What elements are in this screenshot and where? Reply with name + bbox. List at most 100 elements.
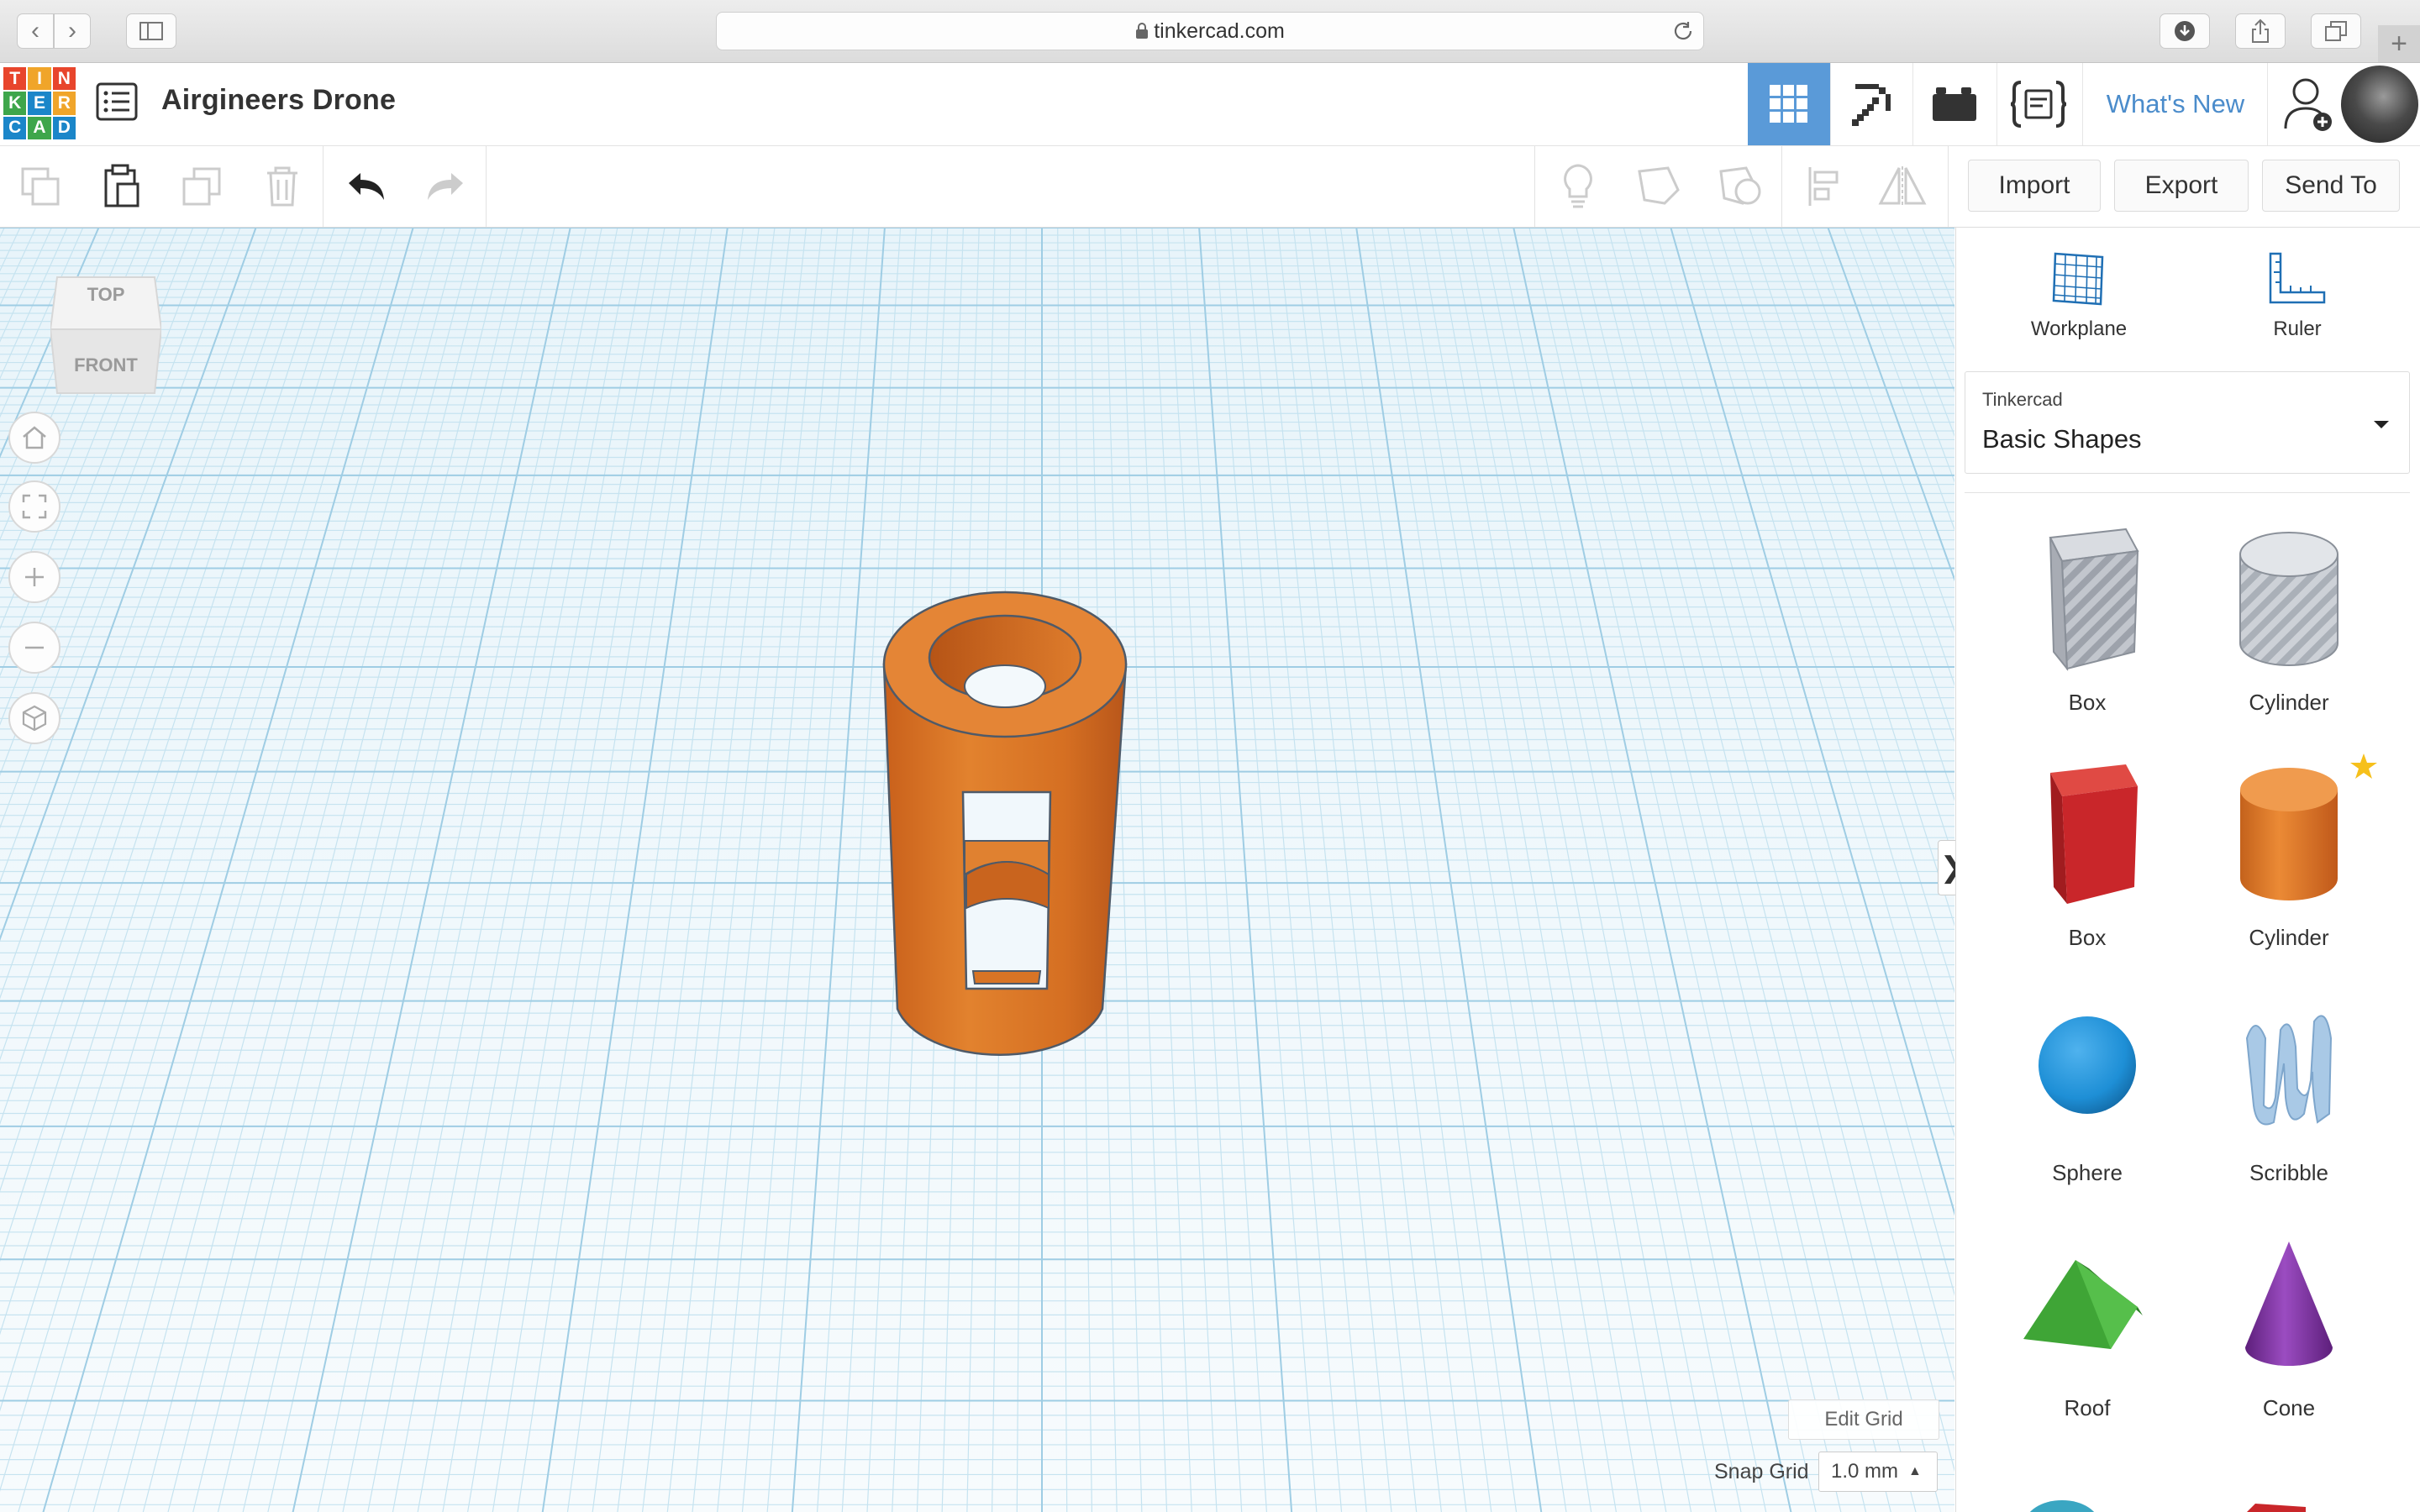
zoom-in-button[interactable] bbox=[8, 551, 60, 603]
align-button[interactable] bbox=[1785, 146, 1865, 227]
project-title[interactable]: Airgineers Drone bbox=[161, 84, 396, 117]
downloads-button[interactable] bbox=[2160, 13, 2210, 49]
caret-down-icon bbox=[2374, 421, 2389, 428]
forward-button[interactable]: › bbox=[54, 13, 91, 49]
logo-letter: D bbox=[52, 116, 76, 139]
fit-icon bbox=[22, 494, 47, 519]
cylinder-object[interactable] bbox=[882, 591, 1128, 1056]
url-text: tinkercad.com bbox=[1154, 18, 1285, 43]
caret-up-icon: ▲ bbox=[1908, 1464, 1922, 1478]
tabs-button[interactable] bbox=[2311, 13, 2361, 49]
paste-button[interactable] bbox=[81, 146, 161, 227]
minus-icon bbox=[25, 646, 44, 649]
shape-library-select[interactable]: Tinkercad Basic Shapes bbox=[1965, 371, 2410, 474]
shape-label: Cone bbox=[2262, 1395, 2316, 1420]
snap-grid-label: Snap Grid bbox=[1714, 1460, 1809, 1483]
workplane-label: Workplane bbox=[2030, 318, 2128, 340]
shape-partial[interactable] bbox=[1986, 1487, 2138, 1512]
workplane-canvas[interactable] bbox=[0, 228, 1954, 1512]
home-icon bbox=[23, 426, 46, 449]
perspective-toggle-button[interactable] bbox=[8, 692, 60, 744]
trash-icon bbox=[267, 166, 297, 207]
ruler-tool[interactable]: Ruler bbox=[2218, 244, 2376, 341]
home-view-button[interactable] bbox=[8, 412, 60, 464]
minecraft-view-button[interactable] bbox=[1830, 63, 1913, 145]
zoom-out-button[interactable] bbox=[8, 622, 60, 674]
shape-label: Scribble bbox=[2249, 1160, 2328, 1185]
download-icon bbox=[2175, 21, 2195, 41]
chevron-right-icon: › bbox=[68, 17, 76, 45]
shape-box[interactable]: Box bbox=[1986, 753, 2188, 951]
user-avatar[interactable] bbox=[2341, 66, 2418, 143]
logo-letter: K bbox=[3, 92, 27, 115]
tinkercad-logo[interactable]: T I N K E R C A D bbox=[3, 67, 76, 139]
new-tab-button[interactable]: + bbox=[2378, 25, 2420, 62]
mirror-button[interactable] bbox=[1862, 146, 1943, 227]
edit-grid-button[interactable]: Edit Grid bbox=[1788, 1399, 1939, 1440]
address-bar[interactable]: tinkercad.com bbox=[716, 12, 1704, 50]
undo-button[interactable] bbox=[326, 146, 407, 227]
reload-icon[interactable] bbox=[1672, 20, 1694, 42]
design-list-button[interactable] bbox=[96, 82, 138, 125]
chevron-left-icon: ‹ bbox=[31, 17, 39, 45]
library-provider: Tinkercad bbox=[1982, 389, 2063, 410]
workplane-tool[interactable]: Workplane bbox=[2000, 244, 2158, 341]
back-button[interactable]: ‹ bbox=[17, 13, 54, 49]
toolbar-divider bbox=[1948, 146, 1949, 227]
fit-view-button[interactable] bbox=[8, 480, 60, 533]
brick-icon bbox=[1933, 87, 1976, 121]
whats-new-link[interactable]: What's New bbox=[2082, 63, 2268, 145]
shape-roof[interactable]: Roof bbox=[1986, 1223, 2188, 1421]
sphere-icon bbox=[2039, 1016, 2136, 1114]
shape-cone[interactable]: Cone bbox=[2188, 1223, 2390, 1421]
duplicate-button[interactable] bbox=[161, 146, 242, 227]
tube-icon bbox=[2247, 1504, 2306, 1512]
favorite-star-icon[interactable] bbox=[2349, 753, 2378, 780]
group-icon bbox=[1719, 166, 1761, 205]
shape-box-hole[interactable]: Box bbox=[1986, 517, 2188, 716]
shape-partial[interactable] bbox=[2188, 1495, 2339, 1512]
view-cube-front-label: FRONT bbox=[74, 354, 138, 375]
grid-icon bbox=[1770, 85, 1807, 123]
ruler-label: Ruler bbox=[2273, 318, 2322, 340]
shape-sphere[interactable]: Sphere bbox=[1986, 988, 2188, 1186]
cube-icon bbox=[22, 705, 47, 732]
invite-user-button[interactable] bbox=[2267, 63, 2350, 145]
comment-button[interactable] bbox=[1618, 146, 1699, 227]
toolbar-divider bbox=[486, 146, 487, 227]
workplane-icon bbox=[2052, 252, 2104, 306]
export-button[interactable]: Export bbox=[2114, 160, 2249, 212]
list-icon bbox=[96, 82, 138, 121]
logo-letter: E bbox=[28, 92, 51, 115]
logo-letter: A bbox=[28, 116, 51, 139]
delete-button[interactable] bbox=[242, 146, 323, 227]
scribble-icon bbox=[2245, 1015, 2333, 1126]
snap-grid-select[interactable]: 1.0 mm ▲ bbox=[1818, 1452, 1938, 1492]
shape-label: Roof bbox=[2064, 1395, 2111, 1420]
sidebar-toggle-button[interactable] bbox=[126, 13, 176, 49]
copy-button[interactable] bbox=[0, 146, 81, 227]
shape-scribble[interactable]: Scribble bbox=[2188, 988, 2390, 1186]
undo-icon bbox=[349, 173, 384, 200]
3d-design-view-button[interactable] bbox=[1748, 63, 1830, 145]
shape-label: Cylinder bbox=[2249, 690, 2329, 715]
send-to-button[interactable]: Send To bbox=[2262, 160, 2400, 212]
shape-cylinder-hole[interactable]: Cylinder bbox=[2188, 517, 2390, 716]
torus-icon bbox=[2029, 1500, 2095, 1512]
view-cube-top-label: TOP bbox=[87, 284, 125, 305]
shape-label: Box bbox=[2068, 690, 2107, 715]
notes-button[interactable] bbox=[1538, 146, 1618, 227]
lego-view-button[interactable] bbox=[1912, 63, 1996, 145]
view-cube[interactable]: TOP FRONT bbox=[49, 267, 163, 398]
shape-cylinder[interactable]: Cylinder bbox=[2188, 753, 2390, 951]
share-button[interactable] bbox=[2235, 13, 2286, 49]
codeblocks-button[interactable] bbox=[1996, 63, 2080, 145]
import-button[interactable]: Import bbox=[1968, 160, 2101, 212]
box-icon bbox=[2050, 764, 2138, 904]
cone-icon bbox=[2245, 1242, 2333, 1366]
redo-button[interactable] bbox=[405, 146, 486, 227]
lightbulb-icon bbox=[1564, 164, 1592, 208]
tabs-icon bbox=[2325, 21, 2347, 41]
group-button[interactable] bbox=[1701, 146, 1781, 227]
duplicate-icon bbox=[182, 167, 221, 206]
